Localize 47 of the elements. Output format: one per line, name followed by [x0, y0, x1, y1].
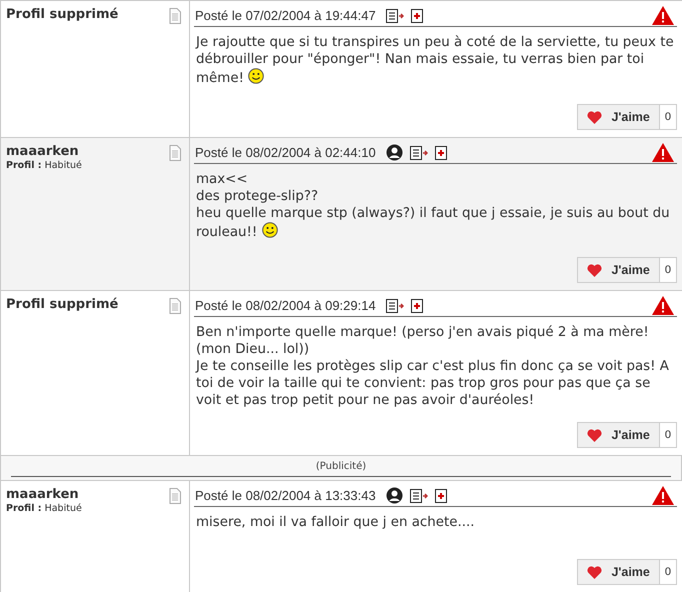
heart-icon	[587, 110, 602, 124]
warning-icon[interactable]	[652, 486, 674, 505]
quote-icon[interactable]	[410, 146, 428, 160]
like-count: 0	[658, 105, 676, 129]
post-date: Posté le 08/02/2004 à 13:33:43	[195, 486, 376, 505]
warning-icon[interactable]	[652, 6, 674, 25]
post-text: Ben n'importe quelle marque! (perso j'en avais piqué 2 à ma mère! (mon Dieu... lol))	[196, 325, 649, 357]
post-date: Posté le 08/02/2004 à 02:44:10	[195, 144, 376, 162]
like-count: 0	[658, 258, 676, 282]
author-name: maaarken	[6, 144, 80, 160]
like-button[interactable]: J'aime	[578, 258, 659, 282]
post-text: Je te conseille les protèges slip car c'est plus fin donc ça se voit pas! A toi de voir la taille qui te convient: pas trop gros pour pas que ça se voit et pas trop petit pour ne pas avoir d'auréoles!	[196, 359, 669, 408]
author-name: Profil supprimé	[6, 7, 118, 23]
post-text: rouleau!!	[196, 225, 258, 240]
author-name: Profil supprimé	[6, 297, 118, 313]
heart-icon	[587, 566, 602, 578]
ad-label: (Publicité)	[316, 460, 366, 474]
author-name: maaarken	[6, 487, 80, 503]
profile-label: Profil :	[6, 160, 42, 172]
profile-status: Habitué	[44, 503, 82, 515]
warning-icon[interactable]	[652, 143, 674, 162]
post-text: même!	[196, 71, 244, 86]
post-date: Posté le 08/02/2004 à 09:29:14	[195, 296, 376, 315]
quote-icon[interactable]	[386, 8, 404, 22]
post-text: max<<	[196, 172, 248, 187]
like-button[interactable]: J'aime	[578, 105, 659, 129]
add-icon[interactable]	[410, 298, 423, 312]
profile-label: Profil :	[6, 503, 42, 515]
heart-icon	[587, 428, 602, 442]
quote-icon[interactable]	[386, 298, 404, 312]
post-date: Posté le 07/02/2004 à 19:44:47	[195, 6, 376, 25]
warning-icon[interactable]	[652, 296, 674, 315]
like-button[interactable]: J'aime	[578, 560, 659, 584]
add-icon[interactable]	[410, 8, 423, 22]
post-text: des protege-slip??	[196, 189, 318, 204]
post-text: heu quelle marque stp (always?) il faut que j essaie, je suis au bout du	[196, 206, 670, 221]
quote-icon[interactable]	[410, 488, 428, 502]
like-count: 0	[658, 560, 676, 584]
add-icon[interactable]	[434, 488, 447, 502]
like-button[interactable]: J'aime	[578, 423, 659, 447]
like-count: 0	[658, 423, 676, 447]
post-text: misere, moi il va falloir que j en achete....	[196, 515, 475, 530]
add-icon[interactable]	[434, 146, 447, 160]
heart-icon	[587, 264, 602, 276]
user-icon[interactable]	[386, 144, 403, 161]
profile-status: Habitué	[44, 160, 82, 172]
user-icon[interactable]	[386, 487, 403, 504]
